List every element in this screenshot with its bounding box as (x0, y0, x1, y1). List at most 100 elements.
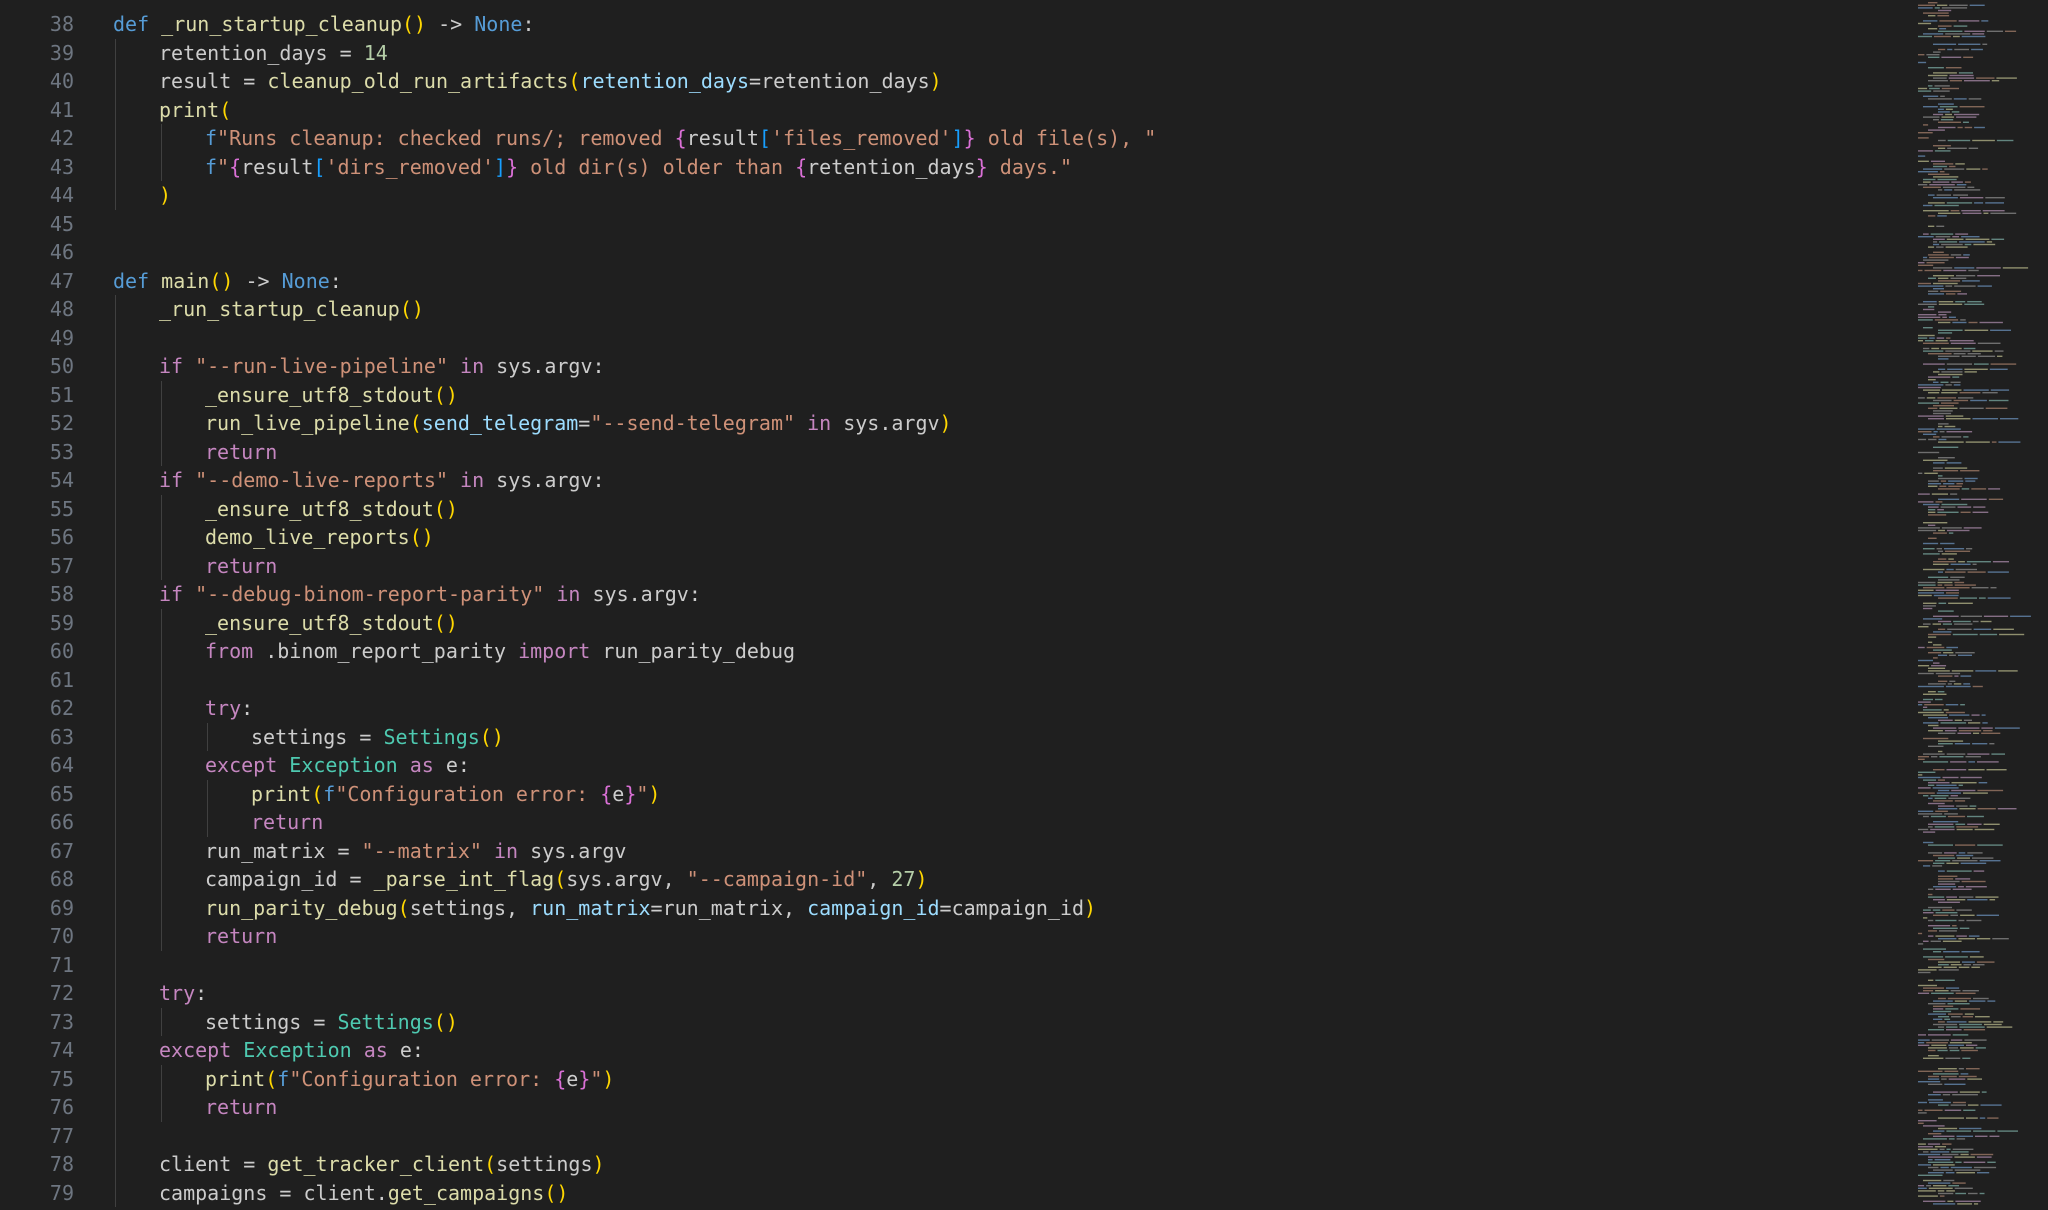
minimap-stroke (1918, 340, 1923, 342)
code-editor[interactable]: 38 def _run_startup_cleanup() -> None: 39 r… (0, 0, 2048, 1210)
minimap-stroke (1960, 704, 1965, 706)
minimap-stroke (1968, 769, 1985, 771)
minimap-stroke (1953, 384, 1961, 386)
code-token: sys.argv (518, 838, 627, 863)
minimap-stroke (1986, 241, 1993, 243)
minimap-stroke (1933, 561, 1957, 563)
minimap-stroke (1965, 480, 1976, 482)
minimap-stroke (1933, 615, 1959, 617)
minimap-stroke (1928, 509, 1936, 511)
minimap-stroke (1973, 1166, 1997, 1169)
minimap-stroke (1964, 368, 1988, 370)
minimap-stroke (1945, 113, 1952, 116)
minimap-stroke (1941, 503, 1968, 506)
minimap-stroke (1961, 35, 1986, 38)
code-token: =run_matrix, (650, 895, 808, 920)
minimap-stroke (1944, 467, 1968, 469)
minimap-stroke (1937, 1190, 1945, 1192)
line-number: 50 (49, 354, 74, 378)
line-number: 52 (49, 411, 74, 435)
minimap[interactable] (1900, 0, 2048, 1210)
minimap-stroke (1951, 111, 1960, 113)
minimap-stroke (1947, 1200, 1954, 1202)
code-token: from (205, 639, 254, 663)
minimap-stroke (1973, 506, 1986, 508)
minimap-stroke (1930, 1151, 1950, 1153)
code-token: { (229, 154, 242, 179)
minimap-stroke (1938, 880, 1960, 883)
minimap-stroke (1958, 1068, 1964, 1070)
minimap-stroke (1923, 459, 1948, 461)
minimap-stroke (1964, 477, 1978, 480)
minimap-stroke (1918, 828, 1929, 831)
minimap-stroke (1974, 126, 1985, 129)
minimap-stroke (1928, 173, 1950, 175)
minimap-stroke (1950, 1104, 1966, 1106)
minimap-stroke (1966, 1044, 1978, 1046)
minimap-stroke (1931, 1039, 1949, 1041)
minimap-stroke (1935, 919, 1957, 922)
minimap-stroke (1946, 202, 1973, 204)
line-code: campaign_id = _parse_int_flag(sys.argv, … (205, 865, 928, 894)
minimap-stroke (1987, 571, 2009, 573)
minimap-stroke (1923, 116, 1940, 118)
minimap-stroke (1989, 899, 1996, 901)
indent-guide (115, 637, 116, 666)
minimap-stroke (1948, 1185, 1959, 1187)
code-token: [ (313, 154, 326, 179)
minimap-stroke (1933, 77, 1947, 79)
line-number: 66 (49, 810, 74, 834)
minimap-stroke (1940, 480, 1947, 482)
line-code: return (205, 552, 277, 581)
minimap-stroke (1956, 483, 1963, 485)
minimap-stroke (1928, 782, 1950, 784)
minimap-stroke (1928, 524, 1936, 526)
minimap-stroke (1958, 72, 1973, 74)
minimap-stroke (1918, 22, 1932, 25)
minimap-stroke (1938, 280, 1961, 282)
minimap-stroke (1918, 1120, 1937, 1122)
minimap-stroke (1943, 709, 1949, 711)
minimap-stroke (1939, 171, 1945, 173)
minimap-stroke (1952, 1094, 1978, 1096)
minimap-stroke (1964, 80, 1990, 82)
minimap-stroke (1933, 1073, 1959, 1075)
minimap-stroke (1958, 43, 1981, 45)
minimap-stroke (1943, 652, 1954, 654)
minimap-stroke (1918, 269, 1923, 272)
minimap-stroke (1955, 1200, 1981, 1202)
minimap-stroke (1929, 184, 1955, 186)
minimap-stroke (1953, 98, 1967, 100)
minimap-stroke (1964, 126, 1973, 129)
code-token: () (399, 297, 424, 321)
minimap-stroke (1950, 277, 1967, 279)
minimap-stroke (1987, 1000, 1996, 1002)
minimap-stroke (1936, 428, 1961, 430)
minimap-stroke (1933, 1010, 1952, 1013)
minimap-stroke (1938, 875, 1958, 877)
minimap-stroke (1931, 665, 1947, 667)
minimap-stroke (1939, 930, 1957, 932)
minimap-stroke (1955, 163, 1965, 165)
code-token: 14 (363, 40, 388, 65)
minimap-stroke (1972, 350, 1993, 352)
indent-guide (115, 694, 116, 723)
minimap-stroke (1972, 418, 1998, 420)
minimap-stroke (1973, 870, 1985, 872)
minimap-stroke (1938, 488, 1960, 490)
minimap-stroke (1974, 202, 1984, 204)
code-token: campaign_id (807, 895, 940, 920)
code-token: _ensure_utf8_stdout (205, 382, 434, 407)
minimap-stroke (1934, 7, 1940, 9)
minimap-stroke (1941, 243, 1963, 246)
minimap-stroke (1943, 269, 1967, 272)
code-token: run_parity_debug (590, 639, 796, 663)
minimap-stroke (1961, 880, 1986, 883)
minimap-stroke (1918, 771, 1936, 773)
indent-guide (161, 1007, 162, 1036)
minimap-stroke (1952, 1182, 1966, 1184)
indent-guide (207, 722, 208, 751)
minimap-stroke (1935, 672, 1961, 675)
minimap-stroke (1926, 1042, 1948, 1044)
minimap-stroke (1918, 1034, 1926, 1036)
